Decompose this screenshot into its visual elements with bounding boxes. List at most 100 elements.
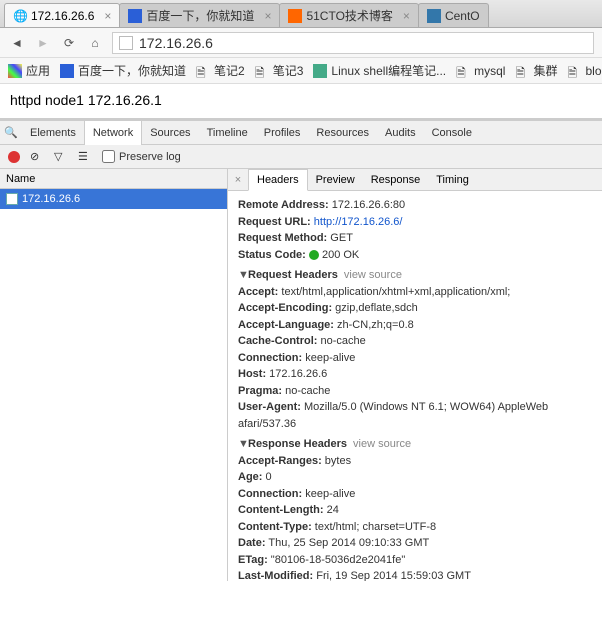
doc-icon: 🗎: [515, 64, 529, 78]
triangle-down-icon: ▼: [238, 436, 248, 453]
url-bar[interactable]: 172.16.26.6: [112, 32, 594, 54]
header-row: Remote Address: 172.16.26.6:80: [238, 197, 592, 214]
devtools-tabs: 🔍 Elements Network Sources Timeline Prof…: [0, 121, 602, 145]
network-panel: Name 172.16.26.6 × Headers Preview Respo…: [0, 169, 602, 581]
header-row: Accept-Encoding: gzip,deflate,sdch: [238, 300, 592, 317]
page-text: httpd node1 172.16.26.1: [10, 92, 162, 108]
header-row: Age: 0: [238, 469, 592, 486]
browser-toolbar: ◄ ► ⟳ ⌂ 172.16.26.6: [0, 28, 602, 58]
header-row: afari/537.36: [238, 416, 592, 433]
header-row: Content-Length: 24: [238, 502, 592, 519]
devtools-tab-console[interactable]: Console: [424, 121, 480, 145]
bookmark-item[interactable]: 🗎mysql: [456, 64, 505, 78]
request-row[interactable]: 172.16.26.6: [0, 189, 227, 209]
header-row: Request URL: http://172.16.26.6/: [238, 214, 592, 231]
back-button[interactable]: ◄: [8, 34, 26, 52]
clear-icon[interactable]: ⊘: [30, 150, 44, 164]
page-icon: [6, 193, 18, 205]
linux-icon: [313, 64, 327, 78]
centos-icon: [427, 9, 441, 23]
tab-label: 百度一下，你就知道: [146, 7, 254, 24]
view-source-link[interactable]: view source: [353, 438, 411, 450]
detail-tab-response[interactable]: Response: [363, 169, 429, 191]
devtools-tab-resources[interactable]: Resources: [308, 121, 377, 145]
51cto-icon: [288, 9, 302, 23]
header-row: Date: Thu, 25 Sep 2014 09:10:33 GMT: [238, 535, 592, 552]
header-row: User-Agent: Mozilla/5.0 (Windows NT 6.1;…: [238, 399, 592, 416]
bookmark-item[interactable]: 百度一下，你就知道: [60, 62, 186, 79]
view-source-link[interactable]: view source: [344, 269, 402, 281]
preserve-log-input[interactable]: [102, 150, 115, 163]
request-detail: × Headers Preview Response Timing Remote…: [228, 169, 602, 581]
forward-button[interactable]: ►: [34, 34, 52, 52]
bookmark-item[interactable]: Linux shell编程笔记...: [313, 62, 446, 79]
baidu-icon: [60, 64, 74, 78]
header-row: ETag: "80106-18-5036d2e2041fe": [238, 552, 592, 569]
network-toolbar: ⊘ ▽ ☰ Preserve log: [0, 145, 602, 169]
detail-tabs: × Headers Preview Response Timing: [228, 169, 602, 191]
header-row: Connection: keep-alive: [238, 350, 592, 367]
record-button[interactable]: [8, 151, 20, 163]
request-list: Name 172.16.26.6: [0, 169, 228, 581]
page-content: httpd node1 172.16.26.1: [0, 84, 602, 118]
triangle-down-icon: ▼: [238, 267, 248, 284]
tab-label: 51CTO技术博客: [306, 7, 392, 24]
header-row: Last-Modified: Fri, 19 Sep 2014 15:59:03…: [238, 568, 592, 581]
header-row: Accept: text/html,application/xhtml+xml,…: [238, 284, 592, 301]
devtools-tab-sources[interactable]: Sources: [142, 121, 198, 145]
header-row: Connection: keep-alive: [238, 486, 592, 503]
url-text: 172.16.26.6: [139, 35, 213, 51]
bookmark-item[interactable]: 🗎集群: [515, 62, 557, 79]
header-row: Cache-Control: no-cache: [238, 333, 592, 350]
globe-icon: 🌐: [13, 9, 27, 23]
headers-body: Remote Address: 172.16.26.6:80 Request U…: [228, 191, 602, 581]
close-icon[interactable]: ×: [104, 9, 111, 23]
bookmark-apps[interactable]: 应用: [8, 62, 50, 79]
header-row: Accept-Ranges: bytes: [238, 453, 592, 470]
devtools-tab-audits[interactable]: Audits: [377, 121, 424, 145]
header-row: Host: 172.16.26.6: [238, 366, 592, 383]
bookmark-item[interactable]: 🗎笔记3: [255, 62, 304, 79]
devtools-tab-elements[interactable]: Elements: [22, 121, 84, 145]
page-icon: [119, 36, 133, 50]
column-header[interactable]: Name: [0, 169, 227, 189]
browser-tab-strip: 🌐 172.16.26.6 × 百度一下，你就知道 × 51CTO技术博客 × …: [0, 0, 602, 28]
browser-tab[interactable]: 🌐 172.16.26.6 ×: [4, 3, 120, 27]
header-row: Status Code: 200 OK: [238, 247, 592, 264]
browser-tab[interactable]: CentO: [418, 3, 489, 27]
header-row: Request Method: GET: [238, 230, 592, 247]
bookmark-item[interactable]: 🗎笔记2: [196, 62, 245, 79]
devtools: 🔍 Elements Network Sources Timeline Prof…: [0, 118, 602, 581]
view-icon[interactable]: ☰: [78, 150, 92, 164]
browser-tab[interactable]: 百度一下，你就知道 ×: [119, 3, 280, 27]
header-row: Content-Type: text/html; charset=UTF-8: [238, 519, 592, 536]
response-headers-section[interactable]: ▼Response Headersview source: [238, 436, 592, 453]
devtools-tab-timeline[interactable]: Timeline: [199, 121, 256, 145]
filter-icon[interactable]: ▽: [54, 150, 68, 164]
preserve-log-checkbox[interactable]: Preserve log: [102, 150, 181, 163]
request-headers-section[interactable]: ▼Request Headersview source: [238, 267, 592, 284]
browser-tab[interactable]: 51CTO技术博客 ×: [279, 3, 418, 27]
close-icon[interactable]: ×: [403, 9, 410, 23]
baidu-icon: [128, 9, 142, 23]
doc-icon: 🗎: [255, 64, 269, 78]
close-icon[interactable]: ×: [228, 174, 248, 186]
devtools-tab-profiles[interactable]: Profiles: [256, 121, 309, 145]
bookmark-item[interactable]: 🗎blo: [567, 64, 601, 78]
detail-tab-preview[interactable]: Preview: [308, 169, 363, 191]
tab-label: CentO: [445, 9, 480, 23]
search-icon[interactable]: 🔍: [0, 126, 22, 139]
doc-icon: 🗎: [196, 64, 210, 78]
doc-icon: 🗎: [567, 64, 581, 78]
devtools-tab-network[interactable]: Network: [84, 121, 142, 145]
status-dot-icon: [309, 250, 319, 260]
detail-tab-headers[interactable]: Headers: [248, 169, 308, 191]
reload-button[interactable]: ⟳: [60, 34, 78, 52]
tab-label: 172.16.26.6: [31, 9, 94, 23]
home-button[interactable]: ⌂: [86, 34, 104, 52]
close-icon[interactable]: ×: [264, 9, 271, 23]
apps-icon: [8, 64, 22, 78]
detail-tab-timing[interactable]: Timing: [428, 169, 477, 191]
doc-icon: 🗎: [456, 64, 470, 78]
header-row: Pragma: no-cache: [238, 383, 592, 400]
